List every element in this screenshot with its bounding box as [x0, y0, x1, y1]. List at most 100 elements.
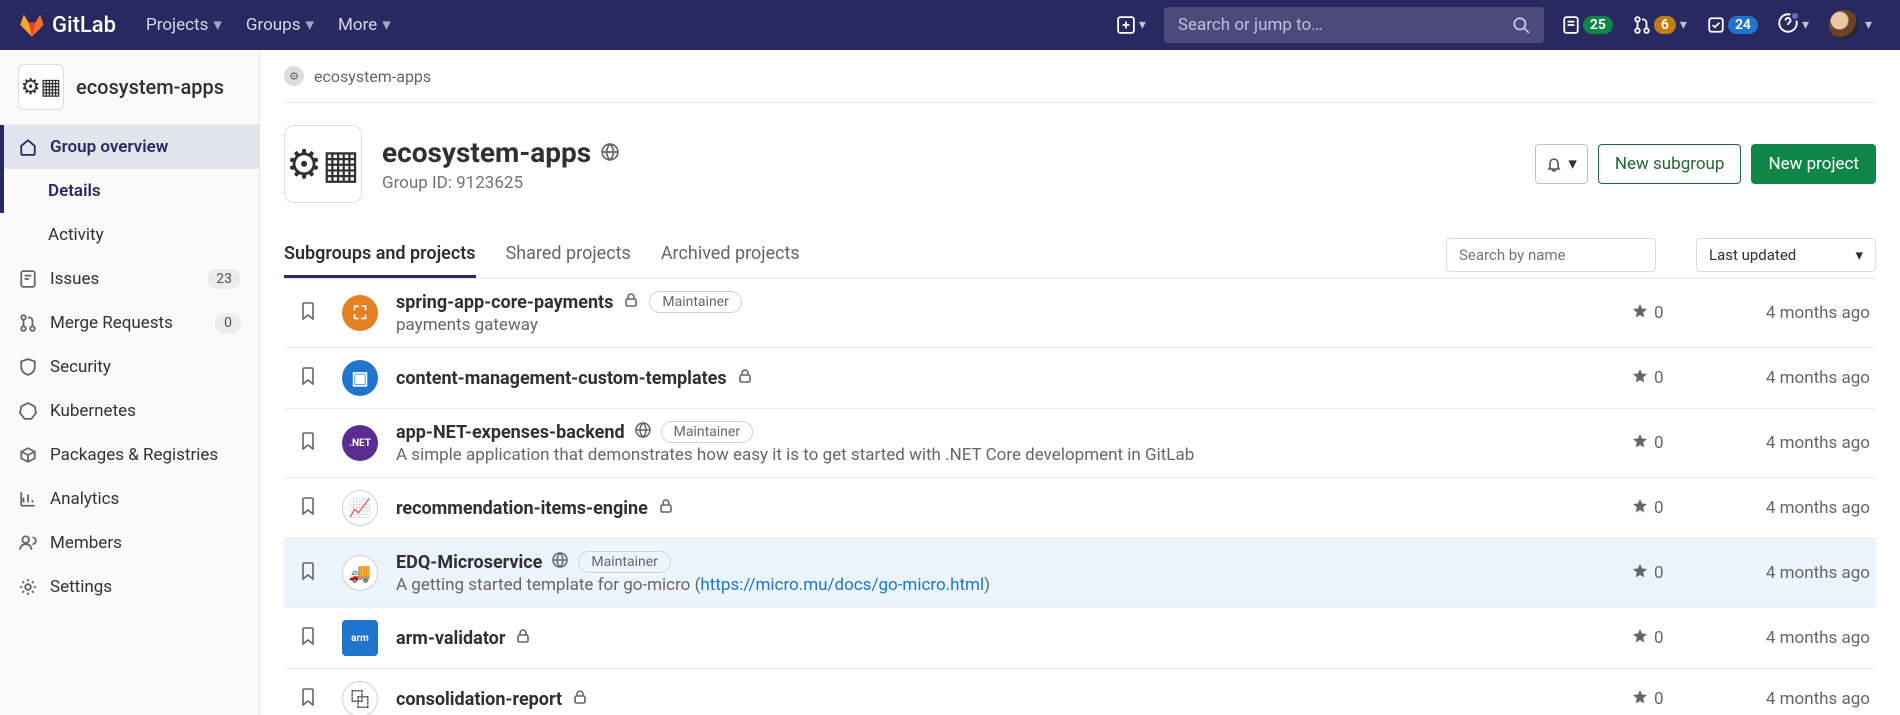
search-icon: [1512, 16, 1530, 34]
project-row[interactable]: ⛶spring-app-core-paymentsMaintainerpayme…: [284, 279, 1876, 348]
tab-subgroups-projects[interactable]: Subgroups and projects: [284, 231, 476, 278]
bookmark-icon: [300, 562, 318, 584]
sidebar-subitem-details[interactable]: Details: [0, 169, 259, 213]
package-icon: [18, 445, 38, 465]
project-search-input[interactable]: [1446, 238, 1656, 272]
project-name[interactable]: recommendation-items-engine: [396, 498, 648, 519]
project-updated: 4 months ago: [1710, 433, 1870, 453]
project-stars[interactable]: 0: [1632, 498, 1692, 519]
project-updated: 4 months ago: [1710, 498, 1870, 518]
project-row[interactable]: 🚚EDQ-MicroserviceMaintainerA getting sta…: [284, 539, 1876, 608]
new-project-button[interactable]: New project: [1751, 144, 1876, 184]
project-row[interactable]: armarm-validator04 months ago: [284, 608, 1876, 669]
merge-request-icon: [1633, 16, 1651, 34]
project-name[interactable]: arm-validator: [396, 628, 505, 649]
tabbar: Subgroups and projects Shared projects A…: [284, 231, 1876, 279]
project-stars[interactable]: 0: [1632, 689, 1692, 710]
sidebar-item-settings[interactable]: Settings: [0, 565, 259, 609]
nav-more[interactable]: More▾: [326, 0, 403, 50]
sidebar: ⚙︎▦ ecosystem-apps Group overview Detail…: [0, 50, 260, 715]
project-description-link[interactable]: https://micro.mu/docs/go-micro.html: [700, 575, 984, 595]
project-avatar: ⿻: [342, 681, 378, 715]
checklist-icon: [1707, 16, 1725, 34]
new-subgroup-button[interactable]: New subgroup: [1598, 144, 1742, 184]
breadcrumb-group[interactable]: ecosystem-apps: [314, 67, 431, 86]
project-updated: 4 months ago: [1710, 563, 1870, 583]
project-row[interactable]: 📈recommendation-items-engine04 months ag…: [284, 478, 1876, 539]
chevron-down-icon: ▾: [382, 15, 391, 35]
bookmark-icon: [300, 497, 318, 519]
issues-link[interactable]: 24: [1697, 0, 1768, 50]
project-name[interactable]: spring-app-core-payments: [396, 292, 613, 313]
project-name[interactable]: content-management-custom-templates: [396, 368, 727, 389]
project-name[interactable]: consolidation-report: [396, 689, 562, 710]
group-id-label: Group ID: 9123625: [382, 173, 619, 193]
plus-icon: [1117, 16, 1135, 34]
sidebar-item-label: Issues: [50, 269, 99, 289]
project-avatar: 🚚: [342, 555, 378, 591]
chevron-down-icon: ▾: [1802, 17, 1809, 33]
sidebar-item-overview[interactable]: Group overview: [0, 125, 259, 169]
sidebar-context[interactable]: ⚙︎▦ ecosystem-apps: [0, 50, 259, 125]
project-row[interactable]: .NETapp-NET-expenses-backendMaintainerA …: [284, 409, 1876, 478]
tab-archived-projects[interactable]: Archived projects: [661, 231, 800, 278]
sidebar-context-title: ecosystem-apps: [76, 75, 224, 99]
project-stars[interactable]: 0: [1632, 368, 1692, 389]
project-description: A getting started template for go-micro …: [396, 575, 1614, 595]
project-row[interactable]: ▣content-management-custom-templates04 m…: [284, 348, 1876, 409]
mrs-link[interactable]: 6 ▾: [1623, 0, 1697, 50]
issues-icon: [18, 269, 38, 289]
chevron-down-icon: ▾: [305, 15, 314, 35]
nav-more-label: More: [338, 15, 377, 35]
project-stars[interactable]: 0: [1632, 303, 1692, 324]
sidebar-item-merge-requests[interactable]: Merge Requests 0: [0, 301, 259, 345]
project-stars[interactable]: 0: [1632, 433, 1692, 454]
kubernetes-icon: [18, 401, 38, 421]
brand-logo[interactable]: GitLab: [18, 11, 116, 39]
sidebar-subitem-activity[interactable]: Activity: [0, 213, 259, 257]
project-name[interactable]: app-NET-expenses-backend: [396, 422, 625, 443]
sidebar-item-security[interactable]: Security: [0, 345, 259, 389]
project-row[interactable]: ⿻consolidation-report04 months ago: [284, 669, 1876, 715]
new-menu[interactable]: ▾: [1107, 0, 1156, 50]
mrs-count: 6: [1654, 16, 1676, 34]
sidebar-item-label: Kubernetes: [50, 401, 136, 421]
project-stars[interactable]: 0: [1632, 628, 1692, 649]
lock-icon: [737, 368, 753, 389]
chevron-down-icon: ▾: [213, 15, 222, 35]
gitlab-icon: [18, 11, 46, 39]
nav-projects[interactable]: Projects▾: [134, 0, 234, 50]
chevron-down-icon: ▾: [1865, 17, 1872, 33]
project-stars[interactable]: 0: [1632, 563, 1692, 584]
star-count: 0: [1654, 628, 1664, 648]
global-search[interactable]: [1164, 7, 1544, 43]
nav-groups-label: Groups: [246, 15, 301, 35]
user-menu[interactable]: ▾: [1819, 0, 1882, 50]
sidebar-item-label: Members: [50, 533, 122, 553]
sidebar-item-issues[interactable]: Issues 23: [0, 257, 259, 301]
home-icon: [18, 137, 38, 157]
chart-icon: [18, 489, 38, 509]
sidebar-item-members[interactable]: Members: [0, 521, 259, 565]
help-menu[interactable]: ▾: [1768, 0, 1819, 50]
lock-icon: [572, 689, 588, 710]
project-updated: 4 months ago: [1710, 303, 1870, 323]
todos-link[interactable]: 25: [1552, 0, 1623, 50]
tab-shared-projects[interactable]: Shared projects: [506, 231, 631, 278]
project-description: payments gateway: [396, 315, 1614, 335]
project-name[interactable]: EDQ-Microservice: [396, 552, 542, 573]
bookmark-icon: [300, 688, 318, 710]
sidebar-item-kubernetes[interactable]: Kubernetes: [0, 389, 259, 433]
sidebar-item-packages[interactable]: Packages & Registries: [0, 433, 259, 477]
sidebar-item-analytics[interactable]: Analytics: [0, 477, 259, 521]
globe-icon: [601, 143, 619, 161]
group-header: ⚙︎▦ ecosystem-apps Group ID: 9123625 ▾ N…: [284, 103, 1876, 231]
nav-groups[interactable]: Groups▾: [234, 0, 326, 50]
search-input[interactable]: [1178, 15, 1512, 35]
shield-icon: [18, 357, 38, 377]
notification-settings-button[interactable]: ▾: [1535, 144, 1588, 184]
todo-icon: [1562, 16, 1580, 34]
merge-request-icon: [18, 313, 38, 333]
sort-dropdown[interactable]: Last updated ▾: [1696, 238, 1876, 272]
group-title: ecosystem-apps: [382, 136, 591, 169]
